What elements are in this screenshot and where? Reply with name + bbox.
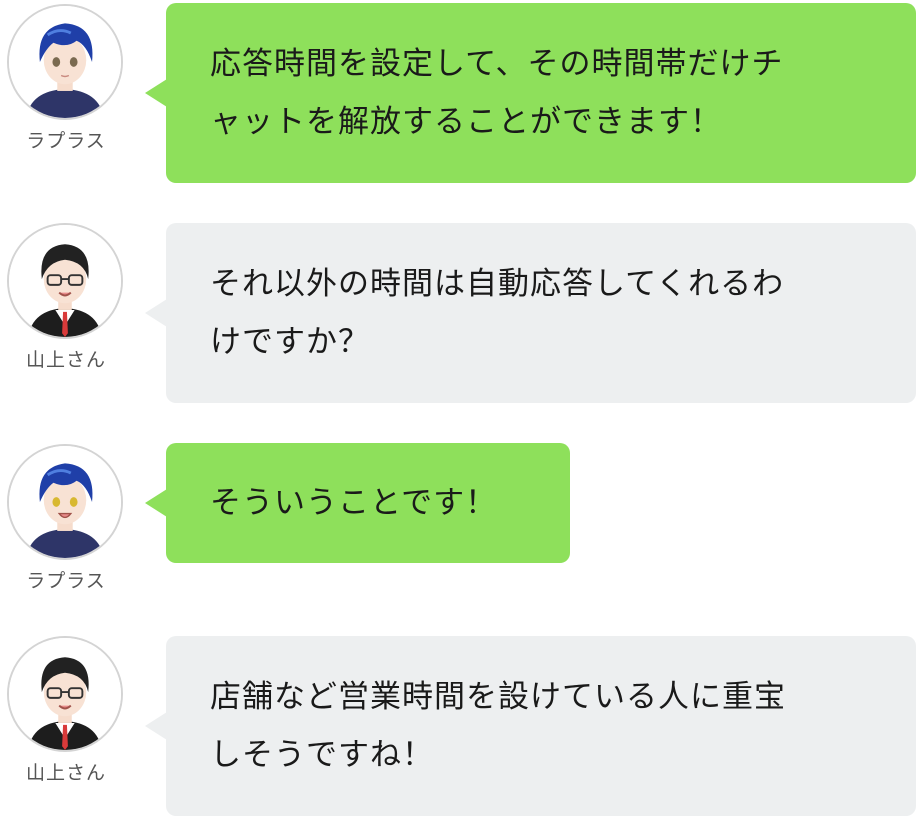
laplace-avatar <box>7 4 123 120</box>
message-text: 応答時間を設定して、その時間帯だけチ ャットを解放することができます！ <box>210 46 784 140</box>
speaker-name: 山上さん <box>25 762 106 784</box>
yamagami-avatar <box>7 223 123 339</box>
chat-bubble: そういうことです！ <box>145 443 570 563</box>
chat-bubble: 店舗など営業時間を設けている人に重宝 しそうですね！ <box>145 636 916 816</box>
chat-bubble: 応答時間を設定して、その時間帯だけチ ャットを解放することができます！ <box>145 3 916 183</box>
speaker-name: 山上さん <box>25 349 106 371</box>
message-text: そういうことです！ <box>210 485 498 521</box>
message-text: それ以外の時間は自動応答してくれるわ けですか？ <box>210 266 785 360</box>
message-text: 店舗など営業時間を設けている人に重宝 しそうですね！ <box>210 679 786 773</box>
chat-bubble: それ以外の時間は自動応答してくれるわ けですか？ <box>145 223 916 403</box>
speaker-name: ラプラス <box>26 570 106 592</box>
laplace-avatar <box>7 444 123 560</box>
speaker-name: ラプラス <box>26 130 106 152</box>
yamagami-avatar <box>7 636 123 752</box>
